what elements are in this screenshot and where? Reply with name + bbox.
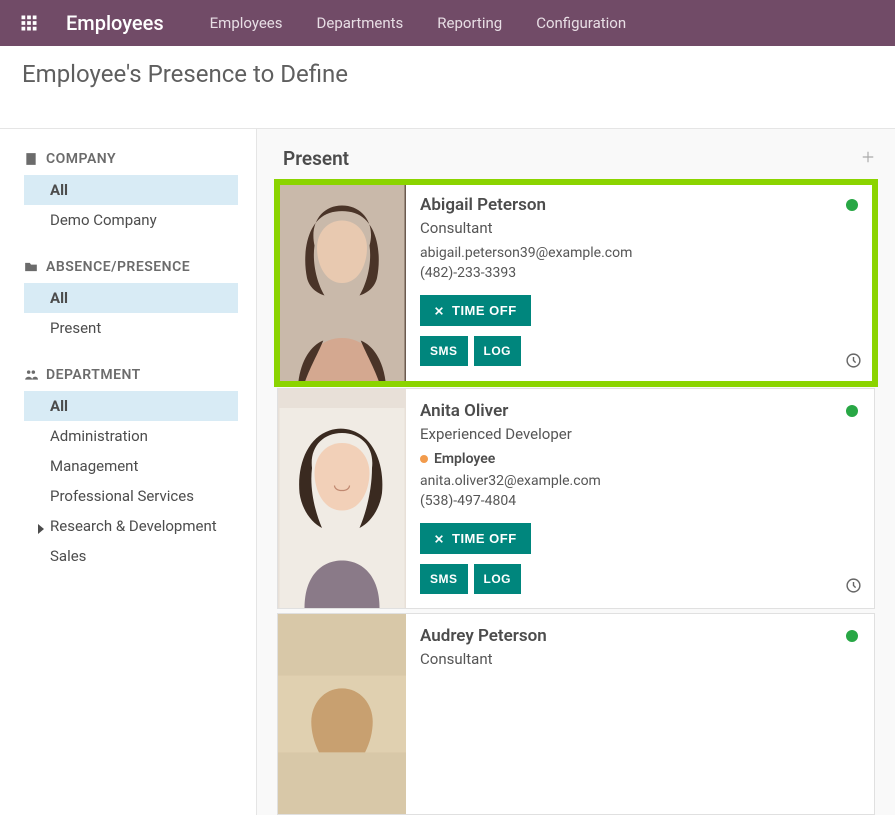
topnav-links: Employees Departments Reporting Configur… bbox=[210, 14, 626, 32]
card-list: Abigail Peterson Consultant abigail.pete… bbox=[277, 182, 875, 815]
content-column: Present Abig bbox=[256, 129, 895, 815]
employee-tag: Employee bbox=[420, 451, 860, 467]
card-body: Audrey Peterson Consultant bbox=[406, 614, 874, 814]
page-title: Employee's Presence to Define bbox=[22, 60, 873, 88]
close-icon bbox=[434, 534, 444, 544]
add-card-button[interactable] bbox=[861, 149, 875, 168]
status-present-icon bbox=[846, 405, 858, 417]
employee-title: Experienced Developer bbox=[420, 425, 860, 443]
avatar-icon bbox=[278, 614, 406, 814]
employee-title: Consultant bbox=[420, 650, 860, 668]
sidebar-label-department: DEPARTMENT bbox=[46, 367, 141, 383]
column-title: Present bbox=[283, 147, 349, 170]
avatar bbox=[278, 614, 406, 814]
sms-button[interactable]: SMS bbox=[420, 336, 468, 366]
sms-button[interactable]: SMS bbox=[420, 564, 468, 594]
log-button[interactable]: LOG bbox=[474, 336, 522, 366]
employee-card[interactable]: Abigail Peterson Consultant abigail.pete… bbox=[277, 182, 875, 384]
title-bar: Employee's Presence to Define bbox=[0, 46, 895, 128]
employee-card[interactable]: Anita Oliver Experienced Developer Emplo… bbox=[277, 388, 875, 609]
sidebar-item-company-all[interactable]: All bbox=[24, 175, 238, 205]
sidebar-header-company: COMPANY bbox=[24, 151, 238, 167]
status-present-icon bbox=[846, 630, 858, 642]
time-off-button[interactable]: TIME OFF bbox=[420, 295, 531, 326]
sidebar-item-professional-services[interactable]: Professional Services bbox=[24, 481, 238, 511]
avatar-icon bbox=[278, 183, 406, 383]
card-body: Anita Oliver Experienced Developer Emplo… bbox=[406, 389, 874, 608]
sidebar-section-presence: ABSENCE/PRESENCE All Present bbox=[24, 259, 238, 343]
caret-right-icon bbox=[36, 520, 46, 538]
employee-email: abigail.peterson39@example.com bbox=[420, 245, 860, 261]
sidebar-item-administration[interactable]: Administration bbox=[24, 421, 238, 451]
employee-email: anita.oliver32@example.com bbox=[420, 473, 860, 489]
time-off-label: TIME OFF bbox=[452, 531, 517, 546]
nav-departments[interactable]: Departments bbox=[317, 14, 404, 32]
sidebar-section-department: DEPARTMENT All Administration Management… bbox=[24, 367, 238, 571]
sidebar-label-company: COMPANY bbox=[46, 151, 116, 167]
sidebar-header-presence: ABSENCE/PRESENCE bbox=[24, 259, 238, 275]
card-body: Abigail Peterson Consultant abigail.pete… bbox=[406, 183, 874, 383]
status-present-icon bbox=[846, 199, 858, 211]
nav-reporting[interactable]: Reporting bbox=[437, 14, 502, 32]
employee-tag-label: Employee bbox=[434, 451, 495, 467]
building-icon bbox=[24, 152, 38, 166]
sidebar-section-company: COMPANY All Demo Company bbox=[24, 151, 238, 235]
main-area: COMPANY All Demo Company ABSENCE/PRESENC… bbox=[0, 128, 895, 815]
sidebar-item-dept-all[interactable]: All bbox=[24, 391, 238, 421]
app-grid-icon[interactable] bbox=[20, 14, 38, 32]
employee-phone: (482)-233-3393 bbox=[420, 265, 860, 281]
nav-employees[interactable]: Employees bbox=[210, 14, 283, 32]
employee-name: Audrey Peterson bbox=[420, 626, 860, 646]
sidebar: COMPANY All Demo Company ABSENCE/PRESENC… bbox=[0, 129, 256, 815]
avatar-icon bbox=[278, 408, 406, 608]
people-icon bbox=[24, 368, 38, 382]
sidebar-item-label: Research & Development bbox=[50, 517, 217, 535]
sidebar-item-research-development[interactable]: Research & Development bbox=[24, 511, 238, 541]
sidebar-header-department: DEPARTMENT bbox=[24, 367, 238, 383]
avatar bbox=[278, 389, 406, 608]
folder-icon bbox=[24, 260, 38, 274]
avatar bbox=[278, 183, 406, 383]
sidebar-item-demo-company[interactable]: Demo Company bbox=[24, 205, 238, 235]
top-nav: Employees Employees Departments Reportin… bbox=[0, 0, 895, 46]
app-title: Employees bbox=[66, 11, 164, 35]
employee-name: Abigail Peterson bbox=[420, 195, 860, 215]
nav-configuration[interactable]: Configuration bbox=[536, 14, 626, 32]
sidebar-item-management[interactable]: Management bbox=[24, 451, 238, 481]
employee-card[interactable]: Audrey Peterson Consultant bbox=[277, 613, 875, 815]
clock-icon bbox=[845, 577, 862, 598]
time-off-button[interactable]: TIME OFF bbox=[420, 523, 531, 554]
sidebar-item-present[interactable]: Present bbox=[24, 313, 238, 343]
time-off-label: TIME OFF bbox=[452, 303, 517, 318]
clock-icon bbox=[845, 352, 862, 373]
sidebar-item-sales[interactable]: Sales bbox=[24, 541, 238, 571]
sidebar-item-presence-all[interactable]: All bbox=[24, 283, 238, 313]
tag-dot-icon bbox=[420, 455, 428, 463]
log-button[interactable]: LOG bbox=[474, 564, 522, 594]
employee-name: Anita Oliver bbox=[420, 401, 860, 421]
employee-phone: (538)-497-4804 bbox=[420, 493, 860, 509]
employee-title: Consultant bbox=[420, 219, 860, 237]
close-icon bbox=[434, 306, 444, 316]
sidebar-label-presence: ABSENCE/PRESENCE bbox=[46, 259, 190, 275]
column-header: Present bbox=[277, 147, 875, 182]
